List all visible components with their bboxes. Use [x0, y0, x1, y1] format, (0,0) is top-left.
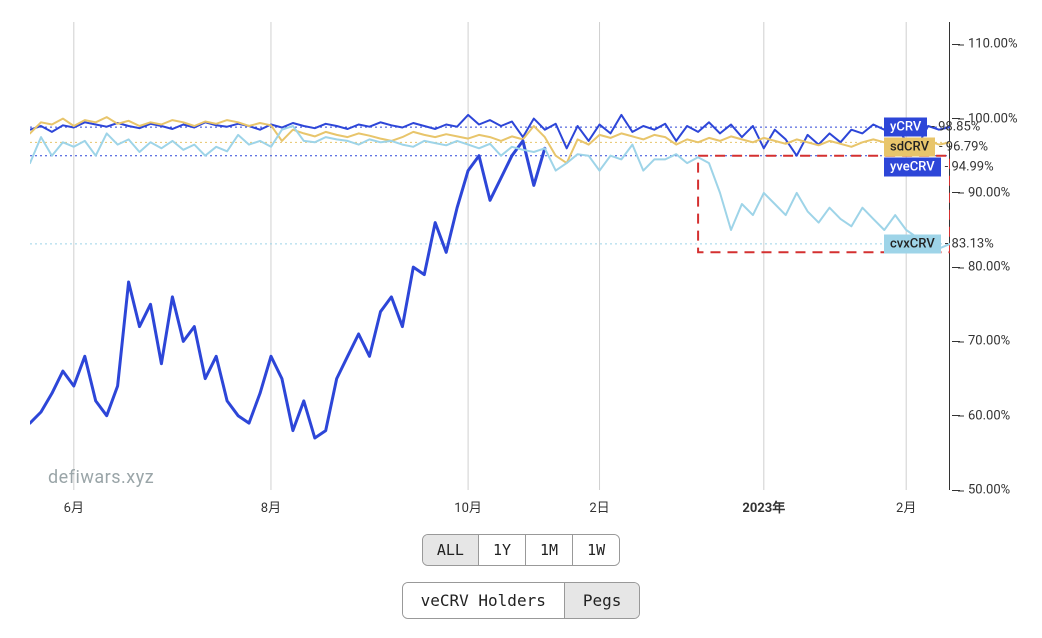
series-badge-value: - 94.99% — [941, 160, 994, 175]
watermark: defiwars.xyz — [48, 467, 154, 488]
tab-pegs[interactable]: Pegs — [565, 583, 640, 618]
series-badge-value: - 98.85% — [927, 120, 980, 135]
view-tab-group: veCRV HoldersPegs — [402, 582, 641, 619]
view-tabs: veCRV HoldersPegs — [0, 582, 1042, 619]
series-badge-cvxCRV: cvxCRV- 83.13% — [884, 234, 994, 253]
range-button-1W[interactable]: 1W — [573, 535, 619, 565]
x-tick-label: 6月 — [64, 497, 84, 516]
tab-vecrv-holders[interactable]: veCRV Holders — [403, 583, 565, 618]
series-badge-value: - 83.13% — [941, 236, 994, 251]
range-button-ALL[interactable]: ALL — [423, 535, 479, 565]
x-tick-label: 10月 — [454, 497, 482, 516]
series-badge-name: cvxCRV — [884, 234, 941, 253]
x-tick-label: 2023年 — [742, 497, 785, 516]
x-tick-label: 2月 — [896, 497, 916, 516]
range-button-1M[interactable]: 1M — [526, 535, 573, 565]
x-axis: 6月 8月 10月 2日 2023年 2月 — [30, 497, 950, 521]
series-badge-value: - 96.79% — [935, 140, 988, 155]
series-badge-name: yCRV — [884, 118, 927, 137]
time-range-button-group: ALL1Y1M1W — [422, 534, 620, 566]
x-tick-label: 8月 — [261, 497, 281, 516]
y-tick-label: 90.00% — [968, 185, 1010, 200]
series-badge-yCRV: yCRV- 98.85% — [884, 118, 980, 137]
series-badge-sdCRV: sdCRV- 96.79% — [884, 138, 988, 157]
y-axis: 110.00%100.00%90.00%80.00%70.00%60.00%50… — [950, 22, 1030, 490]
y-tick-label: 80.00% — [968, 260, 1010, 275]
chart-svg — [30, 22, 950, 490]
chart-plot-area — [30, 22, 950, 490]
x-tick-label: 2日 — [589, 497, 609, 516]
series-badge-name: yveCRV — [884, 158, 941, 177]
series-badge-yveCRV: yveCRV- 94.99% — [884, 158, 994, 177]
y-tick-label: 70.00% — [968, 334, 1010, 349]
time-range-controls: ALL1Y1M1W — [0, 534, 1042, 566]
series-badge-name: sdCRV — [884, 138, 935, 157]
y-tick-label: 110.00% — [968, 37, 1017, 52]
y-tick-label: 60.00% — [968, 408, 1010, 423]
range-button-1Y[interactable]: 1Y — [479, 535, 526, 565]
y-tick-label: 50.00% — [968, 483, 1010, 498]
